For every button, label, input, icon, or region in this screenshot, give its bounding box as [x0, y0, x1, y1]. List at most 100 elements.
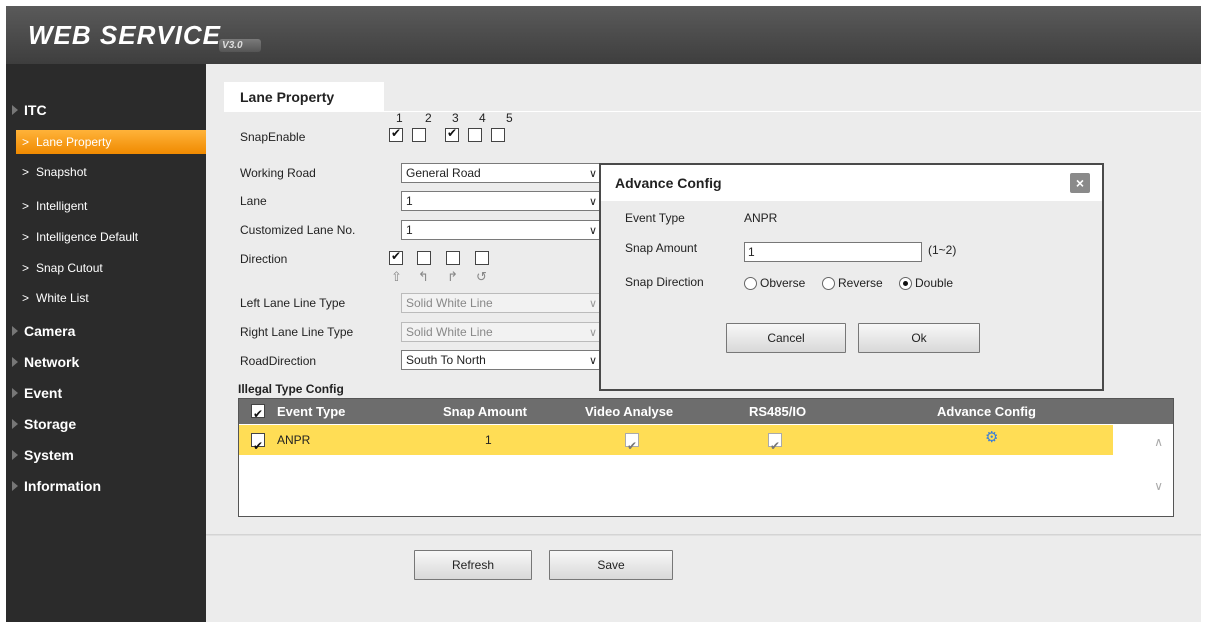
row-video-analyse-checkbox[interactable]: [625, 431, 639, 461]
sidebar-item-intelligent[interactable]: > Intelligent: [16, 194, 206, 218]
row-snap-amount: 1: [485, 433, 492, 447]
road-direction-label: RoadDirection: [240, 354, 317, 368]
scroll-down-icon[interactable]: ∨: [1154, 479, 1163, 493]
column-header-rs485: RS485/IO: [749, 404, 807, 419]
left-lane-line-label: Left Lane Line Type: [240, 296, 346, 310]
customized-lane-select[interactable]: 1 ∨: [401, 220, 601, 240]
logo-version: V3.0: [219, 39, 261, 52]
snap-enable-checkbox-4[interactable]: [468, 128, 482, 142]
event-type-label: Event Type: [625, 211, 685, 225]
lane-label: Lane: [240, 194, 267, 208]
column-header-advance-config: Advance Config: [937, 404, 1036, 419]
table-row[interactable]: ANPR 1 ⚙: [239, 423, 1113, 461]
row-rs485-checkbox[interactable]: [768, 431, 782, 461]
refresh-button[interactable]: Refresh: [414, 550, 532, 580]
select-all-checkbox[interactable]: [251, 402, 265, 427]
sidebar-item-lane-property[interactable]: > Lane Property: [16, 130, 206, 154]
sidebar-group-system[interactable]: System: [6, 441, 206, 469]
cancel-button[interactable]: Cancel: [726, 323, 846, 353]
row-event-type: ANPR: [277, 433, 311, 447]
sidebar-group-event[interactable]: Event: [6, 379, 206, 407]
sidebar-group-storage[interactable]: Storage: [6, 410, 206, 438]
chevron-right-icon: >: [22, 199, 30, 213]
road-direction-select[interactable]: South To North ∨: [401, 350, 601, 370]
sidebar-item-snap-cutout[interactable]: > Snap Cutout: [16, 256, 206, 280]
advance-config-dialog: Advance Config × Event Type ANPR Snap Am…: [599, 163, 1104, 391]
column-header-snap-amount: Snap Amount: [443, 404, 528, 419]
tab-lane-property[interactable]: Lane Property: [224, 82, 384, 112]
radio-reverse-label: Reverse: [838, 276, 883, 290]
expand-triangle-icon: [12, 388, 18, 398]
sidebar-item-intelligence-default[interactable]: > Intelligence Default: [16, 225, 206, 249]
dialog-title: Advance Config ×: [601, 165, 1102, 201]
snap-enable-label: SnapEnable: [240, 130, 306, 144]
expand-triangle-icon: [12, 419, 18, 429]
direction-checkbox-straight[interactable]: [389, 249, 403, 265]
scroll-up-icon[interactable]: ∧: [1154, 435, 1163, 449]
snap-enable-checkbox-3[interactable]: [445, 126, 459, 142]
right-turn-icon: ↱: [447, 269, 458, 284]
snap-enable-checkbox-1[interactable]: [389, 126, 403, 142]
sidebar-group-network[interactable]: Network: [6, 348, 206, 376]
customized-lane-label: Customized Lane No.: [240, 223, 356, 237]
ok-button[interactable]: Ok: [858, 323, 980, 353]
chevron-down-icon: ∨: [588, 327, 597, 339]
illegal-type-table: Event Type Snap Amount Video Analyse RS4…: [238, 398, 1174, 517]
column-header-event-type: Event Type: [277, 404, 346, 419]
direction-label: Direction: [240, 252, 288, 266]
logo: WEB SERVICEV3.0: [28, 20, 261, 52]
app-header: WEB SERVICEV3.0: [6, 6, 1201, 64]
chevron-down-icon: ∨: [588, 298, 597, 310]
sidebar-item-white-list[interactable]: > White List: [16, 286, 206, 310]
radio-double-label: Double: [915, 276, 954, 290]
radio-double[interactable]: [899, 277, 912, 290]
snap-lane-number: 1: [396, 111, 403, 125]
chevron-right-icon: >: [22, 230, 30, 244]
snap-lane-number: 4: [479, 111, 486, 125]
u-turn-icon: ↺: [476, 269, 487, 284]
gear-icon[interactable]: ⚙: [985, 423, 998, 453]
right-lane-line-label: Right Lane Line Type: [240, 325, 354, 339]
chevron-right-icon: >: [22, 261, 30, 275]
sidebar-group-itc[interactable]: ITC: [6, 96, 206, 124]
snap-amount-input[interactable]: 1: [744, 242, 922, 262]
direction-checkbox-right[interactable]: [446, 251, 460, 265]
sidebar-group-information[interactable]: Information: [6, 472, 206, 500]
row-select-checkbox[interactable]: [251, 431, 265, 461]
right-lane-line-select[interactable]: Solid White Line ∨: [401, 322, 601, 342]
save-button[interactable]: Save: [549, 550, 673, 580]
expand-triangle-icon: [12, 450, 18, 460]
chevron-right-icon: >: [22, 165, 30, 179]
sidebar: ITC > Lane Property > Snapshot > Intelligen…: [6, 64, 206, 622]
logo-text: WEB SERVICE: [28, 20, 222, 50]
expand-triangle-icon: [12, 326, 18, 336]
radio-obverse-label: Obverse: [760, 276, 806, 290]
table-header: Event Type Snap Amount Video Analyse RS4…: [239, 399, 1173, 427]
radio-obverse[interactable]: [744, 277, 757, 290]
snap-lane-number: 3: [452, 111, 459, 125]
content-divider: [206, 534, 1201, 536]
snap-amount-label: Snap Amount: [625, 241, 698, 255]
snap-enable-checkbox-5[interactable]: [491, 128, 505, 142]
direction-checkbox-uturn[interactable]: [475, 251, 489, 265]
sidebar-item-snapshot[interactable]: > Snapshot: [16, 160, 206, 184]
snap-amount-range: (1~2): [928, 243, 957, 257]
expand-triangle-icon: [12, 481, 18, 491]
chevron-down-icon: ∨: [588, 196, 597, 208]
expand-triangle-icon: [12, 105, 18, 115]
radio-reverse[interactable]: [822, 277, 835, 290]
event-type-value: ANPR: [744, 211, 778, 225]
working-road-select[interactable]: General Road ∨: [401, 163, 601, 183]
snap-enable-checkbox-2[interactable]: [412, 128, 426, 142]
tab-underline: [224, 111, 1201, 112]
chevron-down-icon: ∨: [588, 168, 597, 180]
chevron-down-icon: ∨: [588, 355, 597, 367]
chevron-right-icon: >: [22, 291, 30, 305]
chevron-right-icon: >: [22, 135, 30, 149]
lane-select[interactable]: 1 ∨: [401, 191, 601, 211]
column-header-video-analyse: Video Analyse: [585, 404, 674, 419]
sidebar-group-camera[interactable]: Camera: [6, 317, 206, 345]
close-icon[interactable]: ×: [1070, 173, 1090, 193]
direction-checkbox-left[interactable]: [417, 251, 431, 265]
left-lane-line-select[interactable]: Solid White Line ∨: [401, 293, 601, 313]
